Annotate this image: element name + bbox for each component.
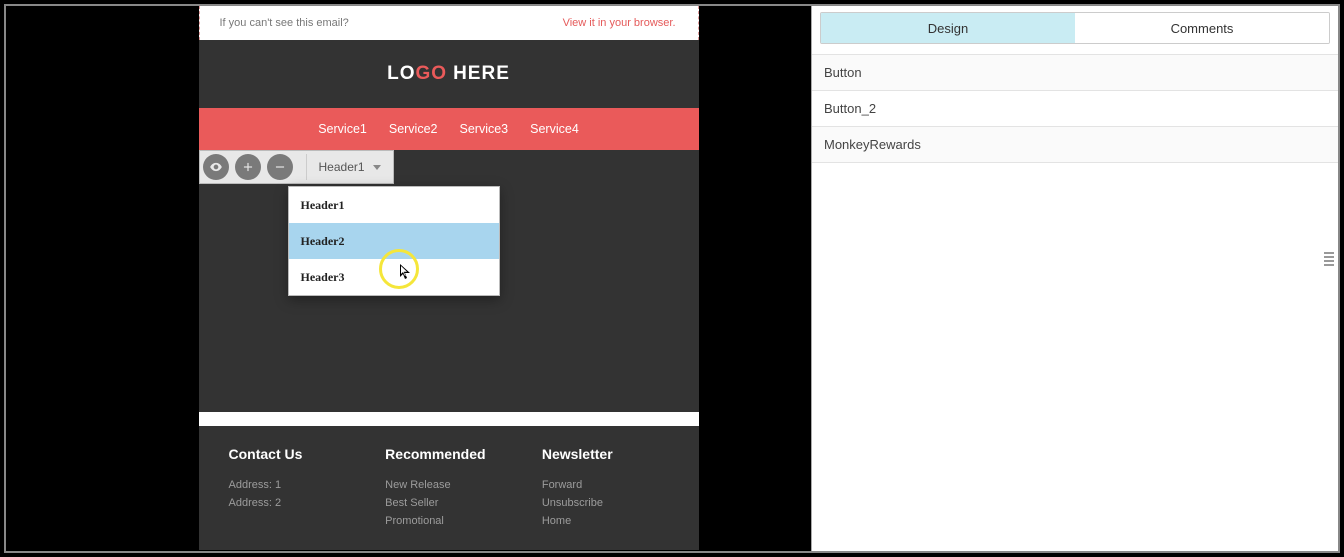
plus-icon (241, 160, 255, 174)
email-footer: Contact Us Address: 1 Address: 2 Recomme… (199, 426, 699, 550)
header-dropdown-menu: Header1 Header2 Header3 (288, 186, 500, 296)
panel-resize-handle[interactable] (1324, 239, 1334, 279)
footer-col-recommended: Recommended New Release Best Seller Prom… (385, 446, 512, 530)
footer-col-newsletter: Newsletter Forward Unsubscribe Home (542, 446, 669, 530)
component-item-button2[interactable]: Button_2 (812, 91, 1338, 127)
footer-item[interactable]: New Release (385, 476, 512, 494)
dropdown-item-header2[interactable]: Header2 (289, 223, 499, 259)
footer-item[interactable]: Best Seller (385, 494, 512, 512)
side-panel: Design Comments Button Button_2 MonkeyRe… (811, 6, 1338, 551)
remove-button[interactable] (267, 154, 293, 180)
email-body: LOGOHERE Service1 Service2 Service3 Serv… (199, 40, 699, 412)
footer-item[interactable]: Promotional (385, 512, 512, 530)
panel-tabs: Design Comments (820, 12, 1330, 44)
nav-item[interactable]: Service4 (530, 122, 579, 136)
component-list: Button Button_2 MonkeyRewards (812, 54, 1338, 163)
logo-part-lo: LO (387, 63, 415, 85)
section-spacer (199, 412, 699, 426)
dropdown-item-header1[interactable]: Header1 (289, 187, 499, 223)
add-button[interactable] (235, 154, 261, 180)
footer-item[interactable]: Unsubscribe (542, 494, 669, 512)
chevron-down-icon (373, 165, 381, 170)
email-hero[interactable]: & 345px (199, 150, 699, 412)
tab-comments[interactable]: Comments (1075, 13, 1329, 43)
visibility-toggle-button[interactable] (203, 154, 229, 180)
element-toolbar: Header1 Header1 Header2 Header3 (199, 150, 394, 184)
email-nav: Service1 Service2 Service3 Service4 (199, 108, 699, 150)
tab-design[interactable]: Design (821, 13, 1075, 43)
nav-item[interactable]: Service2 (389, 122, 438, 136)
email-header-logo: LOGOHERE (199, 40, 699, 108)
header-select-dropdown[interactable]: Header1 (306, 154, 393, 180)
footer-head: Recommended (385, 446, 512, 462)
footer-item[interactable]: Address: 1 (229, 476, 356, 494)
nav-item[interactable]: Service3 (460, 122, 509, 136)
preheader-row: If you can't see this email? View it in … (199, 6, 699, 40)
preheader-text: If you can't see this email? (220, 17, 349, 29)
footer-head: Newsletter (542, 446, 669, 462)
app-window: If you can't see this email? View it in … (4, 4, 1340, 553)
view-in-browser-link[interactable]: View it in your browser. (563, 17, 676, 29)
header-select-label: Header1 (319, 160, 365, 174)
preview-wrap: If you can't see this email? View it in … (99, 6, 719, 550)
eye-icon (209, 160, 223, 174)
logo-part-here: HERE (453, 63, 510, 85)
component-item-monkeyrewards[interactable]: MonkeyRewards (812, 127, 1338, 163)
preview-canvas[interactable]: If you can't see this email? View it in … (6, 6, 811, 551)
nav-item[interactable]: Service1 (318, 122, 367, 136)
component-item-button[interactable]: Button (812, 55, 1338, 91)
logo-part-go: GO (416, 63, 448, 85)
email-column: If you can't see this email? View it in … (199, 6, 699, 550)
footer-item[interactable]: Home (542, 512, 669, 530)
footer-col-contact: Contact Us Address: 1 Address: 2 (229, 446, 356, 530)
minus-icon (273, 160, 287, 174)
footer-item[interactable]: Forward (542, 476, 669, 494)
footer-item[interactable]: Address: 2 (229, 494, 356, 512)
dropdown-item-header3[interactable]: Header3 (289, 259, 499, 295)
footer-head: Contact Us (229, 446, 356, 462)
